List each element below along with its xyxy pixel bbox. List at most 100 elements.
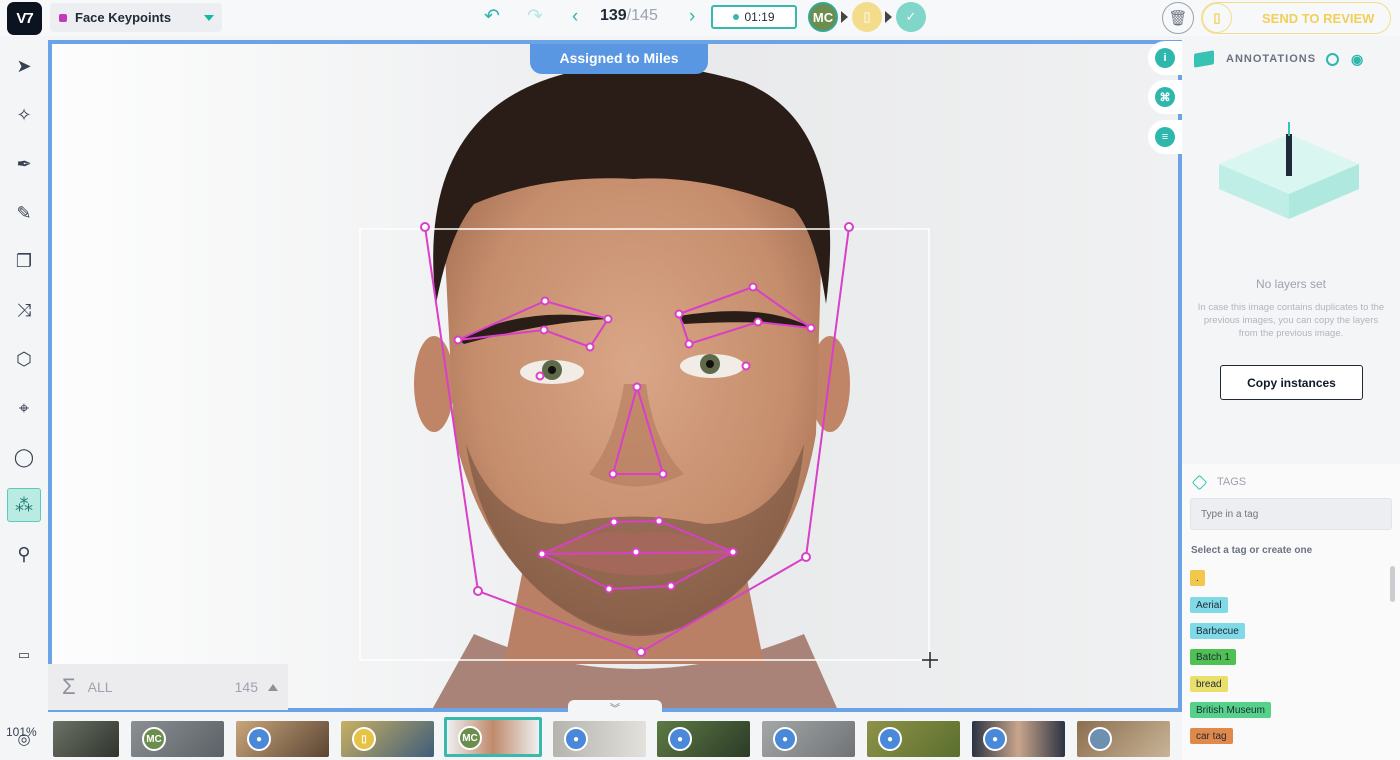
thumbnail-selected[interactable]: MC bbox=[444, 717, 542, 757]
eye-icon[interactable]: ◉ bbox=[1351, 51, 1364, 68]
clipboard-icon: ▯ bbox=[352, 727, 376, 751]
tag-item[interactable]: car tag bbox=[1190, 728, 1233, 744]
dataset-selector[interactable]: Face Keypoints bbox=[50, 3, 222, 32]
clipboard-icon[interactable]: ▯ bbox=[852, 2, 882, 32]
clone-icon[interactable]: ❐ bbox=[7, 244, 41, 278]
user-avatar-icon: ● bbox=[983, 727, 1007, 751]
sliders-icon: ≡ bbox=[1155, 127, 1175, 147]
tag-input[interactable] bbox=[1190, 498, 1392, 530]
top-bar: V7 Face Keypoints ↶ ↷ ‹ 139/145 › 01:19 … bbox=[0, 0, 1400, 36]
user-avatar-icon: ● bbox=[564, 727, 588, 751]
face-image bbox=[359, 64, 938, 708]
ellipse-icon[interactable]: ◯ bbox=[7, 440, 41, 474]
tags-scrollbar[interactable] bbox=[1390, 566, 1395, 602]
filter-count: 145 bbox=[234, 679, 258, 695]
send-review-label: SEND TO REVIEW bbox=[1262, 10, 1375, 26]
command-icon: ⌘ bbox=[1155, 87, 1175, 107]
timer: 01:19 bbox=[711, 5, 797, 29]
keypoint-icon[interactable]: ⌖ bbox=[7, 391, 41, 425]
tags-subtitle: Select a tag or create one bbox=[1191, 545, 1313, 556]
undo-icon[interactable]: ↶ bbox=[484, 6, 500, 28]
assignee-avatar[interactable]: MC bbox=[808, 2, 838, 32]
empty-title: No layers set bbox=[1255, 277, 1327, 291]
annotations-header: ANNOTATIONS ◉ bbox=[1194, 48, 1394, 70]
tool-sidebar: ➤ ✧ ✒ ✎ ❐ ⤨ ⬡ ⌖ ◯ ⁂ ⚲ ▭ 101% ◎ bbox=[0, 36, 48, 760]
thumbnail[interactable]: ● bbox=[657, 721, 750, 757]
tag-item[interactable]: British Museum bbox=[1190, 702, 1271, 718]
empty-layers-illustration bbox=[1219, 122, 1359, 219]
copy-instances-button[interactable]: Copy instances bbox=[1220, 365, 1363, 400]
clipboard-check-icon: ▯ bbox=[1202, 3, 1232, 33]
chevron-left-icon[interactable]: ‹ bbox=[572, 6, 578, 28]
chevron-right-icon[interactable]: › bbox=[689, 6, 695, 28]
thumbnail[interactable]: ● bbox=[236, 721, 329, 757]
tag-item[interactable]: Aerial bbox=[1190, 597, 1228, 613]
thumbnail[interactable]: ● bbox=[867, 721, 960, 757]
user-avatar-icon: ● bbox=[773, 727, 797, 751]
shortcuts-button[interactable]: ⌘ bbox=[1148, 80, 1182, 114]
empty-hint: In case this image contains duplicates t… bbox=[1197, 302, 1385, 339]
zoom-fit-icon[interactable]: ◎ bbox=[7, 722, 41, 756]
check-icon[interactable]: ✓ bbox=[896, 2, 926, 32]
filter-bar[interactable]: Σ ALL 145 bbox=[48, 664, 288, 710]
trash-icon[interactable]: 🗑 bbox=[1162, 2, 1194, 34]
chevron-down-icon bbox=[204, 15, 214, 21]
expand-filmstrip-icon[interactable]: ︾ bbox=[568, 700, 662, 716]
image-counter: 139/145 bbox=[600, 7, 658, 25]
crosshair-cursor-icon bbox=[922, 652, 938, 668]
tag-icon bbox=[1191, 474, 1208, 490]
user-avatar-icon: ● bbox=[247, 727, 271, 751]
thumbnail[interactable]: ● bbox=[553, 721, 646, 757]
thumbnail[interactable] bbox=[53, 721, 119, 757]
info-icon: i bbox=[1155, 48, 1175, 68]
dataset-name: Face Keypoints bbox=[75, 10, 172, 25]
line-icon[interactable]: ⤨ bbox=[7, 293, 41, 327]
avatar: MC bbox=[142, 727, 166, 751]
tag-item[interactable]: . bbox=[1190, 570, 1205, 586]
annotation-app: V7 Face Keypoints ↶ ↷ ‹ 139/145 › 01:19 … bbox=[0, 0, 1400, 760]
thumbnail[interactable]: ▯ bbox=[341, 721, 434, 757]
sigma-icon: Σ bbox=[62, 674, 76, 699]
total-count: /145 bbox=[626, 7, 658, 24]
tags-section: TAGS Select a tag or create one . Aerial… bbox=[1182, 464, 1400, 760]
user-avatar-icon: ● bbox=[668, 727, 692, 751]
filter-label: ALL bbox=[87, 679, 113, 695]
thumbnail[interactable]: ● bbox=[762, 721, 855, 757]
tag-item[interactable]: Barbecue bbox=[1190, 623, 1245, 639]
annotations-title: ANNOTATIONS bbox=[1226, 53, 1317, 65]
settings-button[interactable]: ≡ bbox=[1148, 120, 1182, 154]
stage-arrow-icon bbox=[841, 11, 848, 23]
polygon-pen-icon[interactable]: ✒ bbox=[7, 147, 41, 181]
v7-logo[interactable]: V7 bbox=[7, 2, 42, 35]
timer-value: 01:19 bbox=[744, 10, 775, 24]
avatar: MC bbox=[458, 726, 482, 750]
tags-header: TAGS bbox=[1191, 474, 1247, 490]
chevron-up-icon[interactable] bbox=[268, 683, 278, 691]
comment-icon[interactable]: ▭ bbox=[7, 638, 41, 672]
user-avatar-icon bbox=[1088, 727, 1112, 751]
zoom-tool-icon[interactable]: ⚲ bbox=[7, 537, 41, 571]
cuboid-icon[interactable]: ⬡ bbox=[7, 342, 41, 376]
filmstrip: ︾ MC ● ▯ MC ● ● ● ● ● bbox=[48, 700, 1182, 760]
current-index: 139 bbox=[600, 7, 627, 24]
hide-toggle-icon[interactable] bbox=[1326, 52, 1340, 66]
user-avatar-icon: ● bbox=[878, 727, 902, 751]
send-to-review-button[interactable]: ▯ SEND TO REVIEW bbox=[1201, 2, 1391, 34]
stage-arrow-icon bbox=[885, 11, 892, 23]
right-panel: ANNOTATIONS ◉ No layers set In case this… bbox=[1182, 36, 1400, 760]
tag-item[interactable]: Batch 1 bbox=[1190, 649, 1236, 665]
info-button[interactable]: i bbox=[1148, 41, 1182, 75]
tag-item[interactable]: bread bbox=[1190, 676, 1228, 692]
skeleton-icon[interactable]: ⁂ bbox=[7, 488, 41, 522]
brush-icon[interactable]: ✎ bbox=[7, 196, 41, 230]
thumbnail[interactable]: MC bbox=[131, 721, 224, 757]
auto-annotate-icon[interactable]: ✧ bbox=[7, 98, 41, 132]
tags-title: TAGS bbox=[1217, 476, 1247, 488]
assigned-banner: Assigned to Miles bbox=[530, 44, 708, 74]
thumbnail[interactable]: ● bbox=[972, 721, 1065, 757]
redo-icon[interactable]: ↷ bbox=[527, 6, 543, 28]
timer-dot bbox=[733, 14, 740, 20]
image-canvas[interactable]: Assigned to Miles bbox=[48, 40, 1182, 712]
select-arrow-icon[interactable]: ➤ bbox=[7, 49, 41, 83]
thumbnail[interactable] bbox=[1077, 721, 1170, 757]
